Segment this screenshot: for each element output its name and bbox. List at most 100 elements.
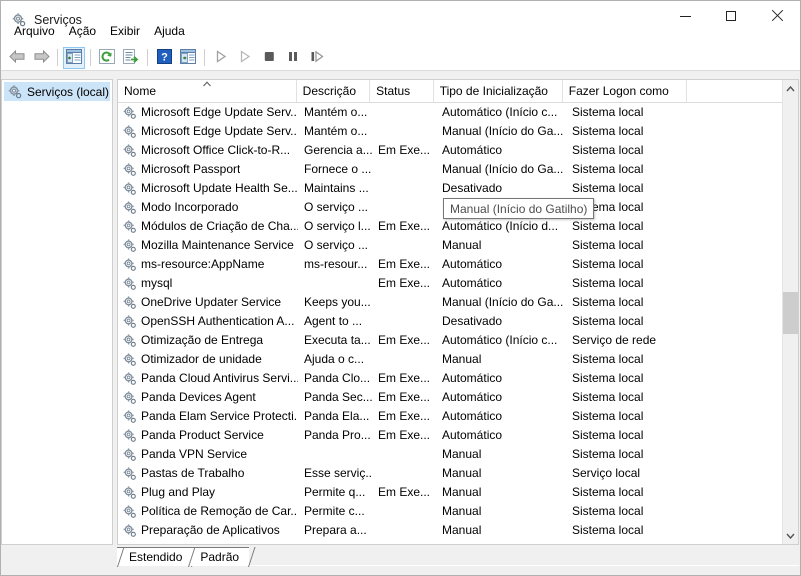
- scrollbar-thumb[interactable]: [783, 292, 798, 334]
- column-header-status[interactable]: Status: [370, 80, 434, 102]
- stop-service-button[interactable]: [258, 47, 280, 69]
- forward-button[interactable]: [30, 47, 52, 69]
- cell-startup: Manual (Início do Ga...: [442, 124, 564, 138]
- service-row[interactable]: Microsoft Office Click-to-R... Gerencia a…: [118, 141, 783, 160]
- service-row[interactable]: Preparação de Aplicativos Prepara a... Man…: [118, 521, 783, 540]
- cell-startup: Automático (Início c...: [442, 333, 558, 347]
- column-header-nome[interactable]: Nome: [118, 80, 297, 102]
- menu-exibir[interactable]: Exibir: [103, 22, 147, 42]
- cell-desc: Agent to ...: [304, 314, 363, 328]
- service-row[interactable]: Política de Remoção de Car... Permite c..…: [118, 502, 783, 521]
- cell-desc: O serviço ...: [304, 200, 369, 214]
- column-header-tipo-de-inicializa-o[interactable]: Tipo de Inicialização: [434, 80, 563, 102]
- start-service-button[interactable]: [210, 47, 232, 69]
- service-row[interactable]: Pastas de Trabalho Esse serviç... Manual Se…: [118, 464, 783, 483]
- column-header-descri-o[interactable]: Descrição: [297, 80, 371, 102]
- menu-arquivo[interactable]: Arquivo: [7, 22, 62, 42]
- cell-startup: Manual: [442, 447, 482, 461]
- cell-desc: Panda Clo...: [304, 371, 371, 385]
- show-action-pane-button[interactable]: [177, 47, 199, 69]
- cell-logon: Sistema local: [572, 105, 644, 119]
- column-header-fazer-logon-como[interactable]: Fazer Logon como: [563, 80, 687, 102]
- restart-service-button[interactable]: [234, 47, 256, 69]
- service-row[interactable]: Otimizador de unidade Ajuda o c... Manual S…: [118, 350, 783, 369]
- toolbar: ?: [1, 45, 800, 71]
- service-row[interactable]: ms-resource:AppName ms-resour... Em Exe...…: [118, 255, 783, 274]
- service-name-label: Microsoft Office Click-to-R...: [141, 143, 291, 157]
- tree-item-services-local[interactable]: Serviços (local): [4, 82, 110, 101]
- service-row[interactable]: Mozilla Maintenance Service O serviço ...…: [118, 236, 783, 255]
- export-list-button[interactable]: [120, 47, 142, 69]
- service-gear-icon: [122, 371, 138, 387]
- tab-estendido[interactable]: Estendido: [117, 547, 193, 566]
- service-row[interactable]: Plug and Play Permite q... Em Exe... Manual…: [118, 483, 783, 502]
- resume-service-button[interactable]: [306, 47, 328, 69]
- service-row[interactable]: Microsoft Edge Update Serv... Mantém o...…: [118, 122, 783, 141]
- service-gear-icon: [122, 447, 138, 463]
- menu-acao[interactable]: Ação: [62, 22, 103, 42]
- vertical-scrollbar[interactable]: [782, 80, 798, 544]
- cell-desc: Gerencia a...: [304, 143, 372, 157]
- console-tree-icon: [66, 48, 82, 67]
- service-row[interactable]: Microsoft Passport Fornece o ... Manual (I…: [118, 160, 783, 179]
- pause-icon: [287, 50, 299, 66]
- cell-logon: Sistema local: [572, 219, 644, 233]
- scroll-up-button[interactable]: [783, 80, 798, 97]
- startup-type-tooltip: Manual (Início do Gatilho): [443, 198, 595, 219]
- service-gear-icon: [122, 428, 138, 444]
- service-gear-icon: [122, 200, 138, 216]
- service-row[interactable]: mysql Em Exe... Automático Sistema local: [118, 274, 783, 293]
- show-hide-console-tree-button[interactable]: [63, 46, 85, 69]
- separator-2: [90, 49, 91, 66]
- service-row[interactable]: OneDrive Updater Service Keeps you... Manu…: [118, 293, 783, 312]
- cell-logon: Sistema local: [572, 504, 644, 518]
- service-gear-icon: [122, 352, 138, 368]
- service-row[interactable]: OpenSSH Authentication A... Agent to ... D…: [118, 312, 783, 331]
- back-button[interactable]: [6, 47, 28, 69]
- maximize-icon: [726, 11, 736, 21]
- cell-desc: Mantém o...: [304, 105, 368, 119]
- cell-logon: Sistema local: [572, 352, 644, 366]
- refresh-button[interactable]: [96, 47, 118, 69]
- cell-desc: Ajuda o c...: [304, 352, 365, 366]
- service-gear-icon: [122, 219, 138, 235]
- cell-name: Panda Product Service: [118, 426, 298, 445]
- tree-item-label: Serviços (local): [27, 84, 110, 99]
- service-row[interactable]: Microsoft Edge Update Serv... Mantém o...…: [118, 103, 783, 122]
- tab-label: Estendido: [129, 550, 183, 564]
- cell-name: Panda VPN Service: [118, 445, 298, 464]
- tab-label: Padrão: [200, 550, 240, 564]
- cell-logon: Sistema local: [572, 162, 644, 176]
- service-row[interactable]: Panda Elam Service Protecti... Panda Ela.…: [118, 407, 783, 426]
- help-button[interactable]: ?: [153, 47, 175, 69]
- scroll-down-button[interactable]: [783, 527, 798, 544]
- cell-desc: Executa ta...: [304, 333, 371, 347]
- service-gear-icon: [122, 143, 138, 159]
- service-row[interactable]: Panda Cloud Antivirus Servi... Panda Clo.…: [118, 369, 783, 388]
- service-name-label: Pastas de Trabalho: [141, 466, 245, 480]
- service-row[interactable]: Panda VPN Service Manual Sistema local: [118, 445, 783, 464]
- service-gear-icon: [122, 295, 138, 311]
- cell-startup: Automático: [442, 428, 503, 442]
- cell-name: Otimizador de unidade: [118, 350, 298, 369]
- service-gear-icon: [122, 523, 138, 539]
- service-row[interactable]: Microsoft Update Health Se... Maintains .…: [118, 179, 783, 198]
- cell-startup: Automático: [442, 390, 503, 404]
- service-row[interactable]: Módulos de Criação de Cha... O serviço l.…: [118, 217, 783, 236]
- service-row[interactable]: Otimização de Entrega Executa ta... Em Exe…: [118, 331, 783, 350]
- cell-status: Em Exe...: [378, 219, 431, 233]
- service-gear-icon: [122, 124, 138, 140]
- menu-ajuda[interactable]: Ajuda: [147, 22, 192, 42]
- cell-startup: Manual: [442, 352, 482, 366]
- cell-status: Em Exe...: [378, 428, 431, 442]
- service-row[interactable]: Panda Product Service Panda Pro... Em Exe.…: [118, 426, 783, 445]
- separator-3: [147, 49, 148, 66]
- tab-padrao[interactable]: Padrão: [188, 547, 250, 566]
- service-gear-icon: [122, 276, 138, 292]
- service-row[interactable]: Panda Devices Agent Panda Sec... Em Exe...…: [118, 388, 783, 407]
- pause-service-button[interactable]: [282, 47, 304, 69]
- cell-name: Panda Devices Agent: [118, 388, 298, 407]
- cell-startup: Automático: [442, 143, 503, 157]
- list-header: Nome Descrição Status Tipo de Inicialização…: [118, 80, 798, 103]
- cell-name: Preparação de Aplicativos: [118, 521, 298, 540]
